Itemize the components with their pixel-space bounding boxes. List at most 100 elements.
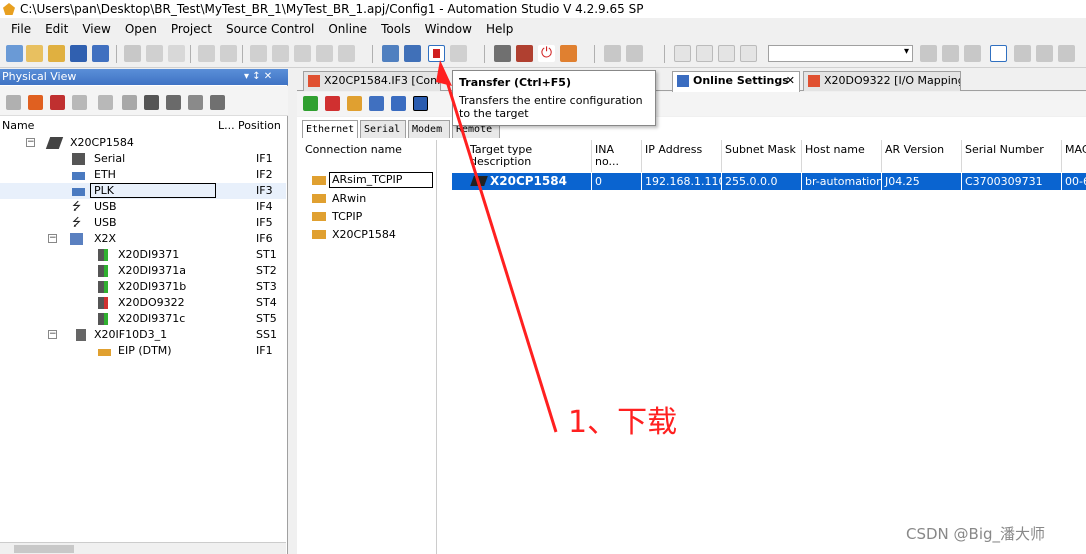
tab-serial[interactable]: Serial bbox=[360, 120, 406, 138]
search-combo[interactable] bbox=[768, 45, 913, 62]
connect-icon[interactable] bbox=[347, 96, 362, 111]
refresh-icon[interactable] bbox=[391, 96, 406, 111]
col-position-header[interactable]: Position bbox=[238, 117, 281, 135]
compare-icon[interactable] bbox=[316, 45, 333, 62]
connection-item-x20cp1584[interactable]: X20CP1584 bbox=[304, 226, 434, 243]
tree-item-x20di9371[interactable]: X20DI9371 ST1 bbox=[0, 247, 286, 263]
col-subnet-mask[interactable]: Subnet Mask bbox=[722, 140, 802, 172]
debug-icon[interactable] bbox=[604, 45, 621, 62]
table-row[interactable]: X20CP1584 0 192.168.1.110 255.0.0.0 br-a… bbox=[452, 173, 1086, 190]
col-l-header[interactable]: L... bbox=[218, 117, 235, 135]
collapse-icon[interactable]: − bbox=[26, 138, 35, 147]
monitor-icon[interactable] bbox=[560, 45, 577, 62]
tree-item-x20cp1584[interactable]: − X20CP1584 bbox=[0, 135, 286, 151]
module-icon[interactable] bbox=[50, 95, 65, 110]
tab-online-settings[interactable]: Online Settings ✕ bbox=[672, 71, 800, 92]
paste-icon[interactable] bbox=[168, 45, 185, 62]
tree-item-serial[interactable]: Serial IF1 bbox=[0, 151, 286, 167]
menu-tools[interactable]: Tools bbox=[374, 19, 418, 39]
close-icon[interactable]: ✕ bbox=[786, 72, 795, 90]
debug-settings-icon[interactable] bbox=[626, 45, 643, 62]
properties-icon[interactable] bbox=[294, 45, 311, 62]
menu-open[interactable]: Open bbox=[118, 19, 164, 39]
uncomment-icon[interactable] bbox=[718, 45, 735, 62]
col-serial-number[interactable]: Serial Number bbox=[962, 140, 1062, 172]
search-all-icon[interactable] bbox=[964, 45, 981, 62]
tree-item-x20do9322[interactable]: X20DO9322 ST4 bbox=[0, 295, 286, 311]
online-settings-icon[interactable] bbox=[516, 45, 533, 62]
pane-controls[interactable]: ▾ ↕ ✕ bbox=[244, 69, 272, 85]
col-ip-address[interactable]: IP Address bbox=[642, 140, 722, 172]
comment-icon[interactable] bbox=[696, 45, 713, 62]
filter-icon[interactable] bbox=[122, 95, 137, 110]
tree-expand-icon[interactable] bbox=[72, 95, 87, 110]
tree-item-usb-2[interactable]: ⭍ USB IF5 bbox=[0, 215, 286, 231]
search-prev-icon[interactable] bbox=[942, 45, 959, 62]
scan-icon[interactable] bbox=[413, 96, 428, 111]
indent-icon[interactable] bbox=[740, 45, 757, 62]
horizontal-scrollbar[interactable] bbox=[0, 542, 286, 554]
menu-online[interactable]: Online bbox=[321, 19, 374, 39]
tab-x20do9322-io[interactable]: X20DO9322 [I/O Mapping] bbox=[803, 71, 961, 91]
build-icon[interactable] bbox=[382, 45, 399, 62]
sort-asc-icon[interactable] bbox=[1036, 45, 1053, 62]
browse-icon[interactable] bbox=[369, 96, 384, 111]
scrollbar-thumb[interactable] bbox=[14, 545, 74, 553]
tree-item-usb-1[interactable]: ⭍ USB IF4 bbox=[0, 199, 286, 215]
network-icon[interactable] bbox=[166, 95, 181, 110]
collapse-icon[interactable]: − bbox=[48, 330, 57, 339]
tree-item-eth[interactable]: ETH IF2 bbox=[0, 167, 286, 183]
copy-icon[interactable] bbox=[146, 45, 163, 62]
tab-x20cp1584-config[interactable]: X20CP1584.IF3 [Configuration] bbox=[303, 71, 441, 91]
stop-transfer-icon[interactable] bbox=[450, 45, 467, 62]
col-host-name[interactable]: Host name bbox=[802, 140, 882, 172]
cut-icon[interactable] bbox=[124, 45, 141, 62]
add-connection-icon[interactable] bbox=[303, 96, 318, 111]
new-project-icon[interactable] bbox=[6, 45, 23, 62]
open-folder-icon[interactable] bbox=[48, 45, 65, 62]
tree-item-x20di9371a[interactable]: X20DI9371a ST2 bbox=[0, 263, 286, 279]
menu-project[interactable]: Project bbox=[164, 19, 219, 39]
col-mac[interactable]: MAC bbox=[1062, 140, 1086, 172]
search-next-icon[interactable] bbox=[920, 45, 937, 62]
color-icon[interactable] bbox=[28, 95, 43, 110]
tree-item-x20di9371b[interactable]: X20DI9371b ST3 bbox=[0, 279, 286, 295]
collapse-icon[interactable]: − bbox=[48, 234, 57, 243]
col-name-header[interactable]: Name bbox=[2, 117, 34, 135]
tree-item-x2x[interactable]: − X2X IF6 bbox=[0, 231, 286, 247]
undo-icon[interactable] bbox=[198, 45, 215, 62]
menu-help[interactable]: Help bbox=[479, 19, 520, 39]
bookmark-icon[interactable] bbox=[674, 45, 691, 62]
power-icon[interactable]: ⏻ bbox=[538, 45, 555, 62]
connection-item-arwin[interactable]: ARwin bbox=[304, 190, 434, 207]
redo-icon[interactable] bbox=[220, 45, 237, 62]
tree-item-eip-dtm[interactable]: EIP (DTM) IF1 bbox=[0, 343, 286, 359]
menu-window[interactable]: Window bbox=[418, 19, 479, 39]
transfer-icon[interactable] bbox=[428, 45, 445, 62]
connection-item-tcpip[interactable]: TCPIP bbox=[304, 208, 434, 225]
connection-name-header[interactable]: Connection name bbox=[305, 144, 425, 156]
rebuild-icon[interactable] bbox=[404, 45, 421, 62]
options-icon[interactable] bbox=[338, 45, 355, 62]
col-ina-no[interactable]: INA no... bbox=[592, 140, 642, 172]
view-toggle-icon[interactable] bbox=[990, 45, 1007, 62]
delete-icon[interactable] bbox=[250, 45, 267, 62]
sort-desc-icon[interactable] bbox=[1058, 45, 1075, 62]
find-icon[interactable] bbox=[272, 45, 289, 62]
save-icon[interactable] bbox=[70, 45, 87, 62]
online-info-icon[interactable] bbox=[494, 45, 511, 62]
tree-item-x20di9371c[interactable]: X20DI9371c ST5 bbox=[0, 311, 286, 327]
tree-item-plk[interactable]: PLK IF3 bbox=[0, 183, 286, 199]
sort-icon[interactable] bbox=[1014, 45, 1031, 62]
tools-icon[interactable] bbox=[210, 95, 225, 110]
hardware-icon[interactable] bbox=[6, 95, 21, 110]
tree-collapse-icon[interactable] bbox=[98, 95, 113, 110]
menu-file[interactable]: File bbox=[4, 19, 38, 39]
menu-edit[interactable]: Edit bbox=[38, 19, 75, 39]
open-project-icon[interactable] bbox=[26, 45, 43, 62]
connection-item-arsim-tcpip[interactable]: ARsim_TCPIP bbox=[304, 172, 434, 189]
tab-ethernet[interactable]: Ethernet bbox=[302, 120, 358, 138]
save-all-icon[interactable] bbox=[92, 45, 109, 62]
tree-item-x20if10d3[interactable]: − X20IF10D3_1 SS1 bbox=[0, 327, 286, 343]
remove-connection-icon[interactable] bbox=[325, 96, 340, 111]
